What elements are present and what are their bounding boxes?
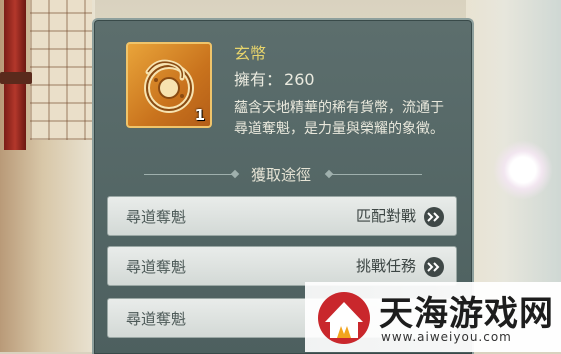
window-lattice xyxy=(30,0,92,140)
go-arrow-icon[interactable] xyxy=(424,257,444,277)
source-name: 尋道奪魁 xyxy=(126,310,187,328)
source-button-2[interactable]: 尋道奪魁 挑戰任務 xyxy=(107,246,457,286)
source-action: 匹配對戰 xyxy=(355,207,416,225)
item-count-badge: 1 xyxy=(194,106,205,124)
flower-decoration xyxy=(493,140,553,200)
coin-emblem xyxy=(144,59,194,113)
owned-label: 擁有： xyxy=(234,70,283,89)
go-arrow-icon[interactable] xyxy=(424,207,444,227)
source-button-1[interactable]: 尋道奪魁 匹配對戰 xyxy=(107,196,457,236)
source-name: 尋道奪魁 xyxy=(126,258,187,276)
divider-right xyxy=(332,174,422,175)
item-name: 玄幣 xyxy=(234,44,267,63)
watermark-url: www.aiweiyou.com xyxy=(381,330,512,344)
owned-row: 擁有： 260 xyxy=(234,66,315,90)
source-action: 挑戰任務 xyxy=(355,257,416,275)
pillar-cap xyxy=(0,72,32,84)
watermark-logo-icon xyxy=(318,292,370,344)
watermark-text: 天海游戏网 xyxy=(379,294,554,334)
owned-value: 260 xyxy=(284,70,315,89)
watermark: 天海游戏网 www.aiweiyou.com xyxy=(305,282,561,352)
item-description: 蘊含天地精華的稀有貨幣，流通于尋道奪魁，是力量與榮耀的象徵。 xyxy=(234,100,444,137)
source-name: 尋道奪魁 xyxy=(126,208,187,226)
jade-coin-icon: 1 xyxy=(126,42,212,128)
background-left xyxy=(0,0,95,352)
